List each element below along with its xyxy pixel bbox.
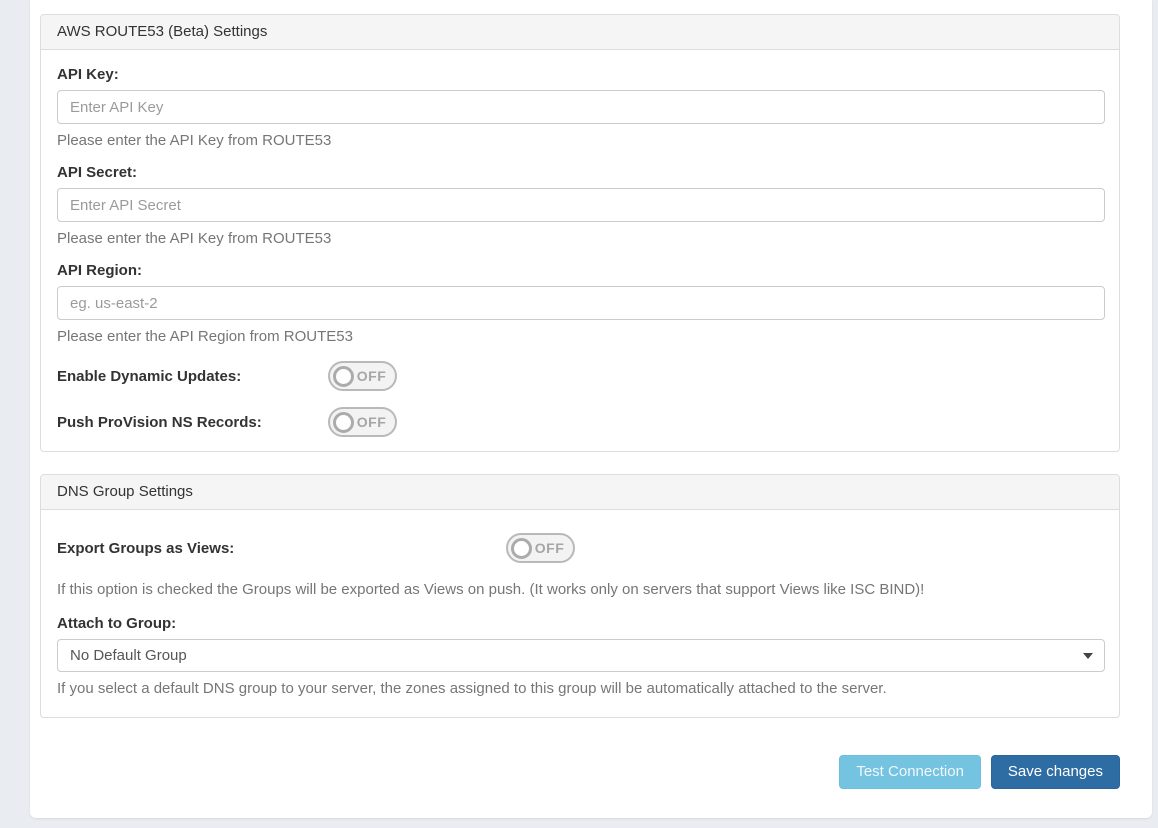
api-region-input[interactable] bbox=[57, 286, 1105, 320]
api-secret-input[interactable] bbox=[57, 188, 1105, 222]
api-secret-group: API Secret: Please enter the API Key fro… bbox=[57, 164, 1103, 247]
toggle-state-text: OFF bbox=[354, 368, 389, 384]
attach-to-group-label: Attach to Group: bbox=[57, 615, 176, 632]
api-secret-help: Please enter the API Key from ROUTE53 bbox=[57, 230, 1103, 247]
panel-dns-group-title: DNS Group Settings bbox=[41, 475, 1119, 510]
test-connection-button[interactable]: Test Connection bbox=[839, 755, 981, 789]
panel-aws-route53-title: AWS ROUTE53 (Beta) Settings bbox=[41, 15, 1119, 50]
panel-aws-route53-body: API Key: Please enter the API Key from R… bbox=[41, 50, 1119, 451]
api-key-help: Please enter the API Key from ROUTE53 bbox=[57, 132, 1103, 149]
export-groups-as-views-toggle[interactable]: OFF bbox=[506, 533, 575, 563]
push-provision-ns-records-label: Push ProVision NS Records: bbox=[57, 414, 328, 431]
toggle-knob-icon bbox=[333, 366, 354, 387]
enable-dynamic-updates-toggle[interactable]: OFF bbox=[328, 361, 397, 391]
attach-to-group-group: Attach to Group: No Default Group If you… bbox=[57, 615, 1103, 697]
api-key-group: API Key: Please enter the API Key from R… bbox=[57, 66, 1103, 149]
panel-aws-route53-settings: AWS ROUTE53 (Beta) Settings API Key: Ple… bbox=[40, 14, 1120, 452]
export-groups-as-views-label: Export Groups as Views: bbox=[57, 540, 506, 557]
toggle-knob-icon bbox=[511, 538, 532, 559]
api-secret-label: API Secret: bbox=[57, 164, 137, 181]
api-region-help: Please enter the API Region from ROUTE53 bbox=[57, 328, 1103, 345]
toggle-knob-icon bbox=[333, 412, 354, 433]
push-provision-ns-records-row: Push ProVision NS Records: OFF bbox=[57, 407, 1103, 437]
api-region-label: API Region: bbox=[57, 262, 142, 279]
export-groups-help: If this option is checked the Groups wil… bbox=[57, 581, 1103, 598]
save-changes-button[interactable]: Save changes bbox=[991, 755, 1120, 789]
toggle-state-text: OFF bbox=[532, 540, 567, 556]
api-region-group: API Region: Please enter the API Region … bbox=[57, 262, 1103, 345]
attach-to-group-help: If you select a default DNS group to you… bbox=[57, 680, 1103, 697]
api-key-label: API Key: bbox=[57, 66, 119, 83]
push-provision-ns-records-toggle[interactable]: OFF bbox=[328, 407, 397, 437]
export-groups-as-views-row: Export Groups as Views: OFF bbox=[57, 533, 1103, 563]
enable-dynamic-updates-label: Enable Dynamic Updates: bbox=[57, 368, 328, 385]
attach-to-group-select-wrap: No Default Group bbox=[57, 639, 1105, 672]
toggle-state-text: OFF bbox=[354, 414, 389, 430]
settings-card: AWS ROUTE53 (Beta) Settings API Key: Ple… bbox=[30, 0, 1152, 818]
panel-dns-group-body: Export Groups as Views: OFF If this opti… bbox=[41, 510, 1119, 717]
enable-dynamic-updates-row: Enable Dynamic Updates: OFF bbox=[57, 361, 1103, 391]
footer-actions: Test Connection Save changes bbox=[839, 755, 1120, 789]
panel-dns-group-settings: DNS Group Settings Export Groups as View… bbox=[40, 474, 1120, 718]
api-key-input[interactable] bbox=[57, 90, 1105, 124]
attach-to-group-select[interactable]: No Default Group bbox=[57, 639, 1105, 672]
